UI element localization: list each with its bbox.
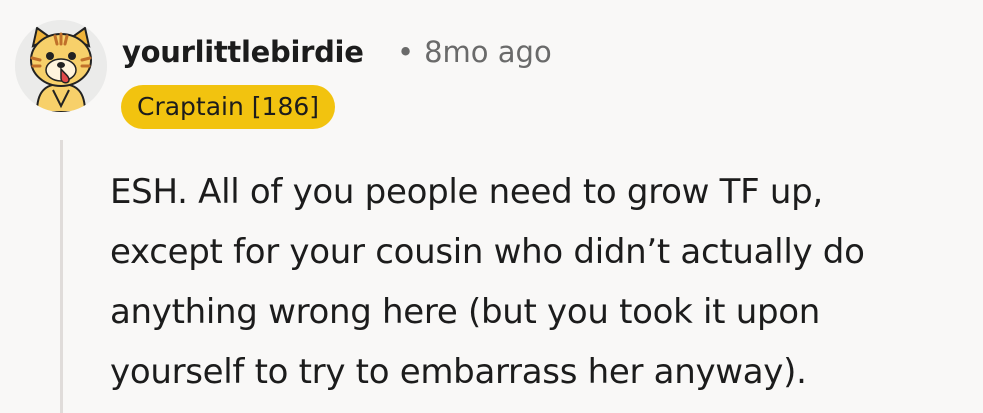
avatar[interactable]	[15, 20, 107, 112]
snoo-tiger-avatar-icon	[15, 20, 107, 112]
user-flair-badge: Craptain [186]	[121, 85, 336, 129]
comment: yourlittlebirdie • 8mo ago Craptain [186]…	[0, 0, 983, 413]
comment-body-line: anything wrong here (but you took it upo…	[110, 292, 820, 332]
comment-author-link[interactable]: yourlittlebirdie	[122, 33, 364, 71]
comment-timestamp[interactable]: 8mo ago	[424, 35, 552, 69]
meta-separator: •	[397, 35, 415, 69]
comment-body-line: ESH. All of you people need to grow TF u…	[110, 172, 823, 212]
comment-body-line: yourself to try to embarrass her anyway)…	[110, 352, 807, 392]
comment-body: ESH. All of you people need to grow TF u…	[110, 162, 970, 402]
comment-meta: • 8mo ago	[397, 33, 552, 71]
comment-body-line: except for your cousin who didn’t actual…	[110, 232, 865, 272]
thread-collapse-line[interactable]	[60, 140, 63, 413]
